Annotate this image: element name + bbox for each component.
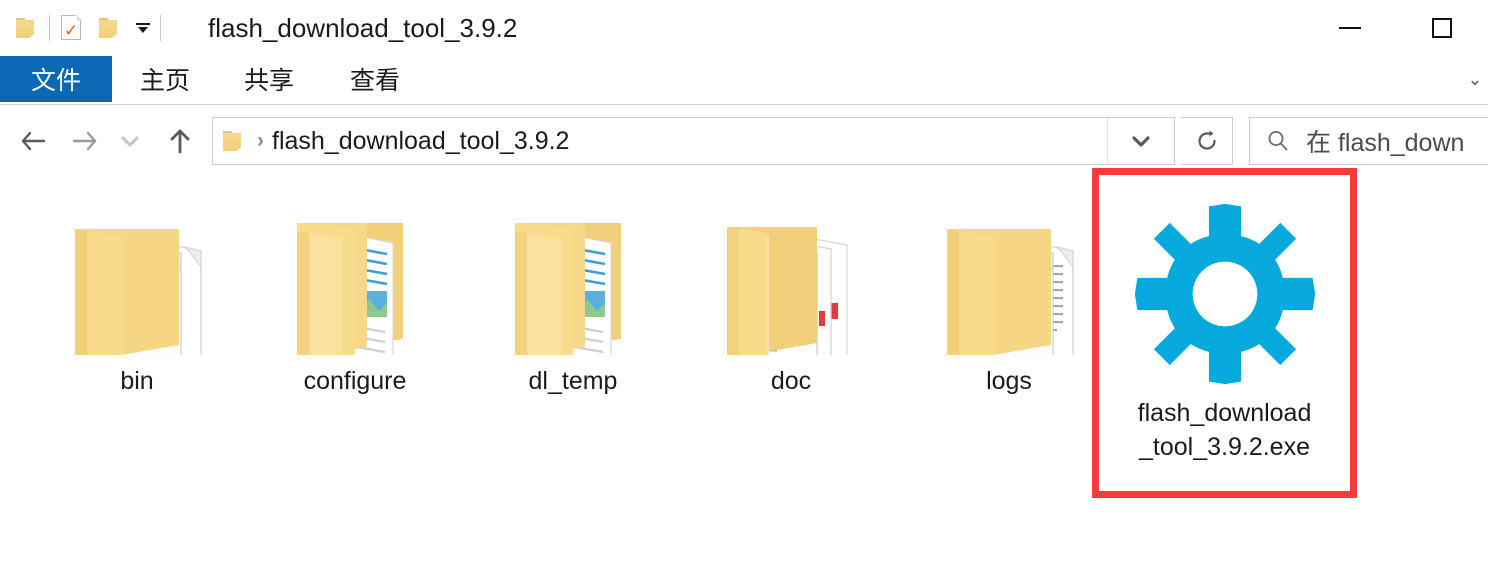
file-item-logs[interactable]: logs xyxy=(900,186,1118,398)
file-label: bin xyxy=(120,367,154,395)
folder-documents-icon xyxy=(52,186,222,356)
forward-button[interactable] xyxy=(62,112,106,170)
folder-subfolders-icon xyxy=(270,186,440,356)
tab-view[interactable]: 查看 xyxy=(338,56,412,102)
search-box[interactable]: 在 flash_down xyxy=(1249,117,1488,165)
folder-textdocs-icon xyxy=(924,186,1094,356)
maximize-button[interactable] xyxy=(1396,0,1488,56)
file-item-configure[interactable]: configure xyxy=(246,186,464,398)
refresh-button[interactable] xyxy=(1181,117,1233,165)
tab-file[interactable]: 文件 xyxy=(0,56,112,102)
back-arrow-icon xyxy=(21,131,46,151)
back-button[interactable] xyxy=(12,112,56,170)
chevron-down-icon xyxy=(136,23,150,33)
file-explorer-window: ✓ flash_download_tool_3.9.2 文件 主页 共享 查看 … xyxy=(0,0,1488,568)
breadcrumb-current-folder[interactable]: flash_download_tool_3.9.2 xyxy=(272,127,569,156)
window-title: flash_download_tool_3.9.2 xyxy=(208,12,518,43)
ribbon-tab-bar: 文件 主页 共享 查看 ⌄ xyxy=(0,56,1488,104)
tab-home[interactable]: 主页 xyxy=(128,56,202,102)
file-label: logs xyxy=(986,367,1032,395)
forward-arrow-icon xyxy=(72,131,97,151)
chevron-down-icon xyxy=(1132,136,1150,147)
expand-ribbon-icon[interactable]: ⌄ xyxy=(1468,70,1482,90)
qat-separator-2 xyxy=(160,15,161,41)
breadcrumb-separator: › xyxy=(257,129,264,152)
explorer-icon[interactable] xyxy=(8,7,46,49)
minimize-icon xyxy=(1339,27,1361,29)
minimize-button[interactable] xyxy=(1304,0,1396,56)
file-item-bin[interactable]: bin xyxy=(28,186,246,398)
recent-locations-button[interactable] xyxy=(112,112,148,170)
refresh-icon xyxy=(1197,130,1216,150)
file-item-doc[interactable]: doc xyxy=(682,186,900,398)
file-item-flash-download-tool-exe[interactable]: flash_download _tool_3.9.2.exe xyxy=(1092,168,1357,498)
navigation-bar: › flash_download_tool_3.9.2 在 flash_down xyxy=(0,112,1488,170)
ribbon-divider xyxy=(0,104,1488,105)
file-label: flash_download _tool_3.9.2.exe xyxy=(1137,399,1312,461)
address-folder-icon xyxy=(223,129,245,153)
folder-subfolders-icon xyxy=(488,186,658,356)
file-label: configure xyxy=(303,367,407,395)
file-label: doc xyxy=(770,367,812,395)
up-button[interactable] xyxy=(158,112,202,170)
search-icon xyxy=(1250,128,1306,154)
folder-pdfs-icon xyxy=(706,186,876,356)
chevron-down-icon xyxy=(121,136,139,147)
gear-icon xyxy=(1134,203,1315,385)
quick-access-toolbar: ✓ xyxy=(8,0,164,56)
window-controls xyxy=(1304,0,1488,56)
tab-share[interactable]: 共享 xyxy=(232,56,306,102)
customize-quick-access-dropdown[interactable] xyxy=(129,7,157,49)
qat-separator-1 xyxy=(49,15,50,41)
properties-icon[interactable]: ✓ xyxy=(53,7,91,49)
maximize-icon xyxy=(1432,18,1452,38)
title-bar: ✓ flash_download_tool_3.9.2 xyxy=(0,0,1488,56)
search-input-placeholder[interactable]: 在 flash_down xyxy=(1306,123,1464,159)
up-arrow-icon xyxy=(170,129,190,154)
new-folder-icon[interactable] xyxy=(91,7,129,49)
address-dropdown-button[interactable] xyxy=(1107,118,1174,164)
address-bar[interactable]: › flash_download_tool_3.9.2 xyxy=(212,117,1175,165)
file-item-dl-temp[interactable]: dl_temp xyxy=(464,186,682,398)
file-label: dl_temp xyxy=(528,367,618,395)
